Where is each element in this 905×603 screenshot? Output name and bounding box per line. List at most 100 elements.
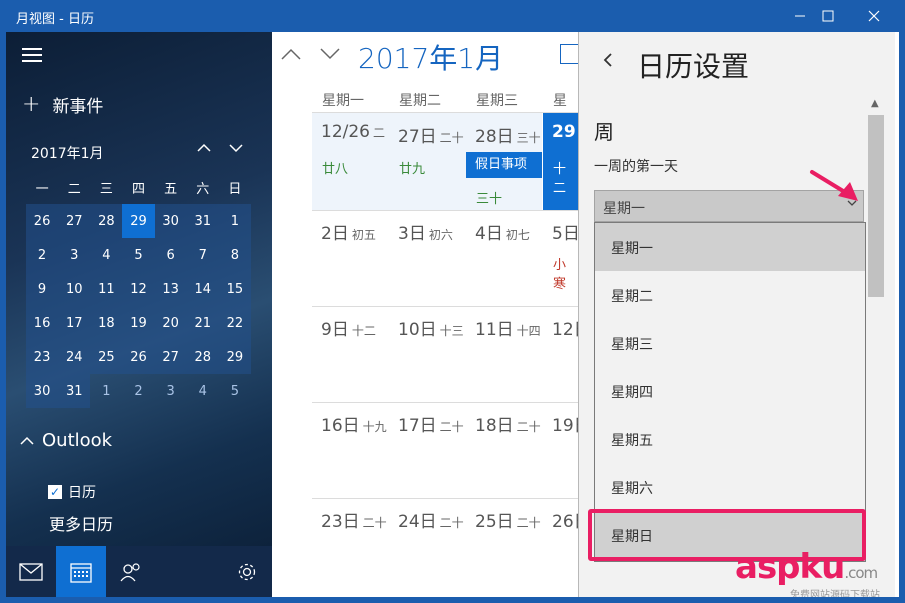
plus-icon: + xyxy=(22,92,41,117)
day-cell[interactable]: 18日 二十 xyxy=(475,411,541,436)
mini-day[interactable]: 23 xyxy=(26,340,59,374)
mini-day[interactable]: 27 xyxy=(154,340,187,374)
lunar-date: 十三 xyxy=(439,324,464,338)
day-cell[interactable]: 3日 初六 xyxy=(398,219,453,244)
mini-day[interactable]: 28 xyxy=(90,204,123,238)
outlook-account-toggle[interactable]: Outlook xyxy=(20,430,112,451)
mini-day[interactable]: 25 xyxy=(90,340,123,374)
dropdown-option[interactable]: 星期一 xyxy=(595,223,865,271)
mini-day[interactable]: 31 xyxy=(58,374,91,408)
day-cell[interactable]: 27日 二十 xyxy=(398,122,464,147)
mini-day[interactable]: 20 xyxy=(154,306,187,340)
mini-day[interactable]: 9 xyxy=(26,272,59,306)
day-cell[interactable]: 28日 三十 xyxy=(475,122,541,147)
mini-day[interactable]: 1 xyxy=(218,204,251,238)
checkbox-checked-icon[interactable]: ✓ xyxy=(48,485,62,499)
mini-day[interactable]: 2 xyxy=(26,238,59,272)
mini-day[interactable]: 4 xyxy=(187,374,219,408)
mini-next-month-button[interactable] xyxy=(228,140,244,160)
lunar-label: 廿九 xyxy=(399,162,426,177)
day-cell-today[interactable]: 29 xyxy=(552,122,578,142)
month-view: 2017年1月 星期一 星期二 星期三 星期 12/26二 27日二十 28日三… xyxy=(272,32,578,597)
day-cell[interactable]: 5日 xyxy=(552,219,578,244)
day-cell[interactable]: 12日 xyxy=(552,315,578,340)
mini-day[interactable]: 6 xyxy=(154,238,187,272)
mini-day[interactable]: 5 xyxy=(122,238,155,272)
dropdown-option[interactable]: 星期五 xyxy=(595,415,865,463)
holiday-event[interactable]: 假日事项 xyxy=(466,152,542,178)
mini-day[interactable]: 11 xyxy=(90,272,123,306)
mini-day-today[interactable]: 29 xyxy=(122,204,155,238)
calendar-visibility-item[interactable]: ✓ 日历 xyxy=(48,482,96,502)
mini-day[interactable]: 27 xyxy=(58,204,91,238)
day-cell[interactable]: 11日 十四 xyxy=(475,315,541,340)
close-button[interactable] xyxy=(853,0,895,32)
mini-day[interactable]: 26 xyxy=(26,204,59,238)
scrollbar-thumb[interactable] xyxy=(868,115,884,297)
lunar-label: 三十 xyxy=(476,192,503,207)
previous-month-button[interactable] xyxy=(280,42,302,66)
day-cell[interactable]: 2日 初五 xyxy=(321,219,376,244)
mini-day[interactable]: 26 xyxy=(122,340,155,374)
mini-day[interactable]: 3 xyxy=(58,238,91,272)
mini-day[interactable]: 29 xyxy=(218,340,251,374)
mini-day[interactable]: 18 xyxy=(90,306,123,340)
day-cell[interactable]: 23日 二十 xyxy=(321,507,387,532)
day-cell[interactable]: 24日 二十 xyxy=(398,507,464,532)
more-calendars-link[interactable]: 更多日历 xyxy=(49,511,113,535)
day-cell[interactable]: 25日 二十 xyxy=(475,507,541,532)
next-month-button[interactable] xyxy=(319,42,341,66)
day-cell[interactable]: 4日 初七 xyxy=(475,219,530,244)
today-button[interactable] xyxy=(560,44,578,64)
mini-day[interactable]: 28 xyxy=(186,340,219,374)
maximize-button[interactable] xyxy=(807,0,849,32)
mini-day[interactable]: 17 xyxy=(58,306,91,340)
dropdown-option[interactable]: 星期三 xyxy=(595,319,865,367)
day-cell[interactable]: 26日 xyxy=(552,507,578,532)
solar-term-label: 小寒 xyxy=(553,258,567,292)
mini-day[interactable]: 31 xyxy=(186,204,219,238)
mini-day[interactable]: 5 xyxy=(219,374,251,408)
mini-day[interactable]: 7 xyxy=(186,238,219,272)
hamburger-menu-icon[interactable] xyxy=(22,48,42,62)
mini-weekday: 四 xyxy=(131,181,145,197)
day-cell[interactable]: 9日 十二 xyxy=(321,315,376,340)
settings-button[interactable] xyxy=(222,546,272,597)
mini-day[interactable]: 4 xyxy=(90,238,123,272)
mini-day[interactable]: 30 xyxy=(154,204,187,238)
mini-day[interactable]: 15 xyxy=(218,272,251,306)
mini-day[interactable]: 22 xyxy=(218,306,251,340)
mini-day[interactable]: 8 xyxy=(218,238,251,272)
gear-icon xyxy=(238,563,256,580)
mini-day[interactable]: 12 xyxy=(122,272,155,306)
mini-day[interactable]: 24 xyxy=(58,340,91,374)
lunar-date: 二十 xyxy=(439,516,464,530)
mini-day[interactable]: 14 xyxy=(186,272,219,306)
day-number: 24日 xyxy=(398,512,437,532)
day-cell[interactable]: 16日 十九 xyxy=(321,411,387,436)
back-button[interactable] xyxy=(601,50,615,76)
people-button[interactable] xyxy=(106,546,156,597)
dropdown-option[interactable]: 星期四 xyxy=(595,367,865,415)
mini-day[interactable]: 30 xyxy=(26,374,59,408)
mini-day[interactable]: 19 xyxy=(122,306,155,340)
day-cell[interactable]: 12/26 二 xyxy=(321,122,385,142)
chevron-down-icon xyxy=(229,144,243,153)
mini-day[interactable]: 13 xyxy=(154,272,187,306)
calendar-button[interactable] xyxy=(56,546,106,597)
mini-day[interactable]: 16 xyxy=(26,306,59,340)
dropdown-option[interactable]: 星期六 xyxy=(595,463,865,511)
mini-day[interactable]: 3 xyxy=(155,374,187,408)
day-cell[interactable]: 19日 xyxy=(552,411,578,436)
mini-prev-month-button[interactable] xyxy=(196,140,212,160)
day-cell[interactable]: 10日 十三 xyxy=(398,315,464,340)
dropdown-option[interactable]: 星期二 xyxy=(595,271,865,319)
mini-day[interactable]: 2 xyxy=(122,374,154,408)
mini-day[interactable]: 10 xyxy=(58,272,91,306)
mini-day[interactable]: 21 xyxy=(186,306,219,340)
new-event-button[interactable]: + 新事件 xyxy=(22,92,103,117)
mini-day[interactable]: 1 xyxy=(90,374,122,408)
mail-button[interactable] xyxy=(6,546,56,597)
day-number: 4日 xyxy=(475,224,503,244)
day-cell[interactable]: 17日 二十 xyxy=(398,411,464,436)
